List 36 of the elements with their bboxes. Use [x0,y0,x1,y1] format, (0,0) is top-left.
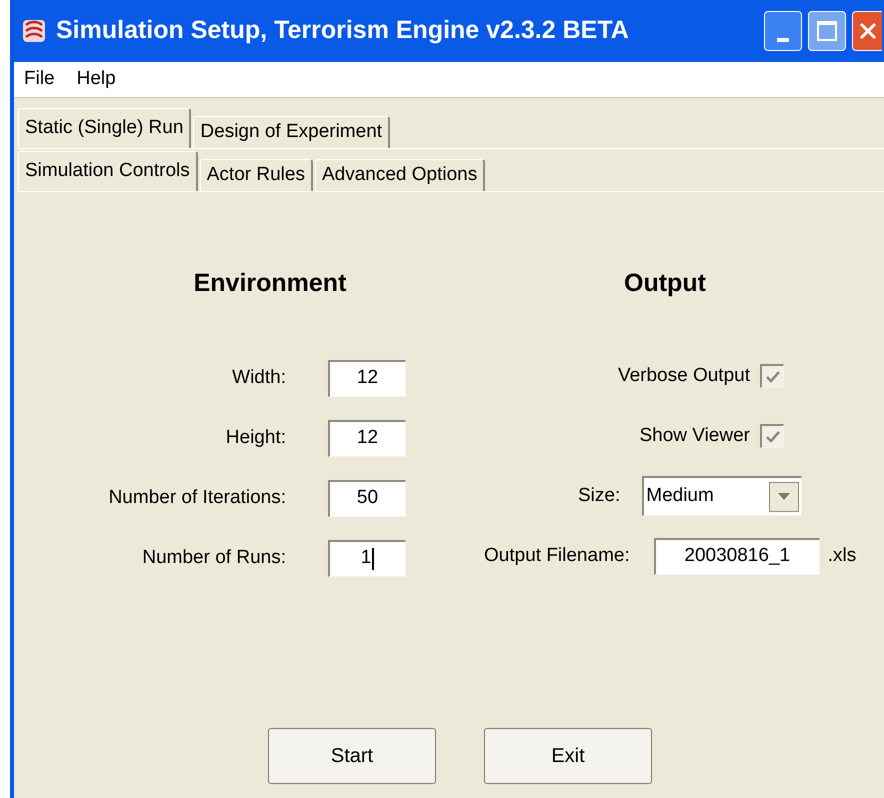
minimize-button[interactable] [764,11,802,51]
window-title: Simulation Setup, Terrorism Engine v2.3.2 BETA [56,15,630,46]
menu-item[interactable]: File [24,65,55,94]
close-button[interactable] [852,11,882,51]
checkbox-label: Verbose Output [618,364,750,388]
text-field[interactable]: 1 [328,540,406,576]
filename-field[interactable]: 20030816_1 [654,538,820,574]
text-field[interactable]: 50 [328,480,406,516]
section-heading: Environment [194,268,346,300]
field-label: Number of Runs: [141,546,286,570]
app-icon [20,17,48,45]
field-label: Width: [231,366,286,390]
tab[interactable]: Static (Single) Run [18,108,192,148]
tab[interactable]: Advanced Options [314,159,486,191]
action-button[interactable]: Start [268,728,436,784]
field-label: Height: [224,426,286,450]
field-label: Size: [578,484,620,508]
text-field[interactable]: 12 [328,360,406,396]
close-icon [858,22,876,40]
tab[interactable]: Actor Rules [200,159,313,191]
action-button[interactable]: Exit [484,728,652,784]
text-field[interactable]: 12 [328,420,406,456]
size-dropdown[interactable]: Medium [642,476,802,516]
file-extension: .xls [828,544,856,568]
field-label: Number of Iterations: [108,486,286,510]
field-label: Output Filename: [484,544,630,568]
checkbox[interactable] [760,364,784,388]
tab[interactable]: Simulation Controls [18,151,198,191]
checkbox[interactable] [760,424,784,448]
maximize-button[interactable] [808,11,846,51]
tab[interactable]: Design of Experiment [193,116,390,148]
check-icon [766,370,780,382]
section-heading: Output [624,268,706,300]
menu-item[interactable]: Help [76,65,116,94]
check-icon [766,430,780,442]
checkbox-label: Show Viewer [639,424,750,448]
